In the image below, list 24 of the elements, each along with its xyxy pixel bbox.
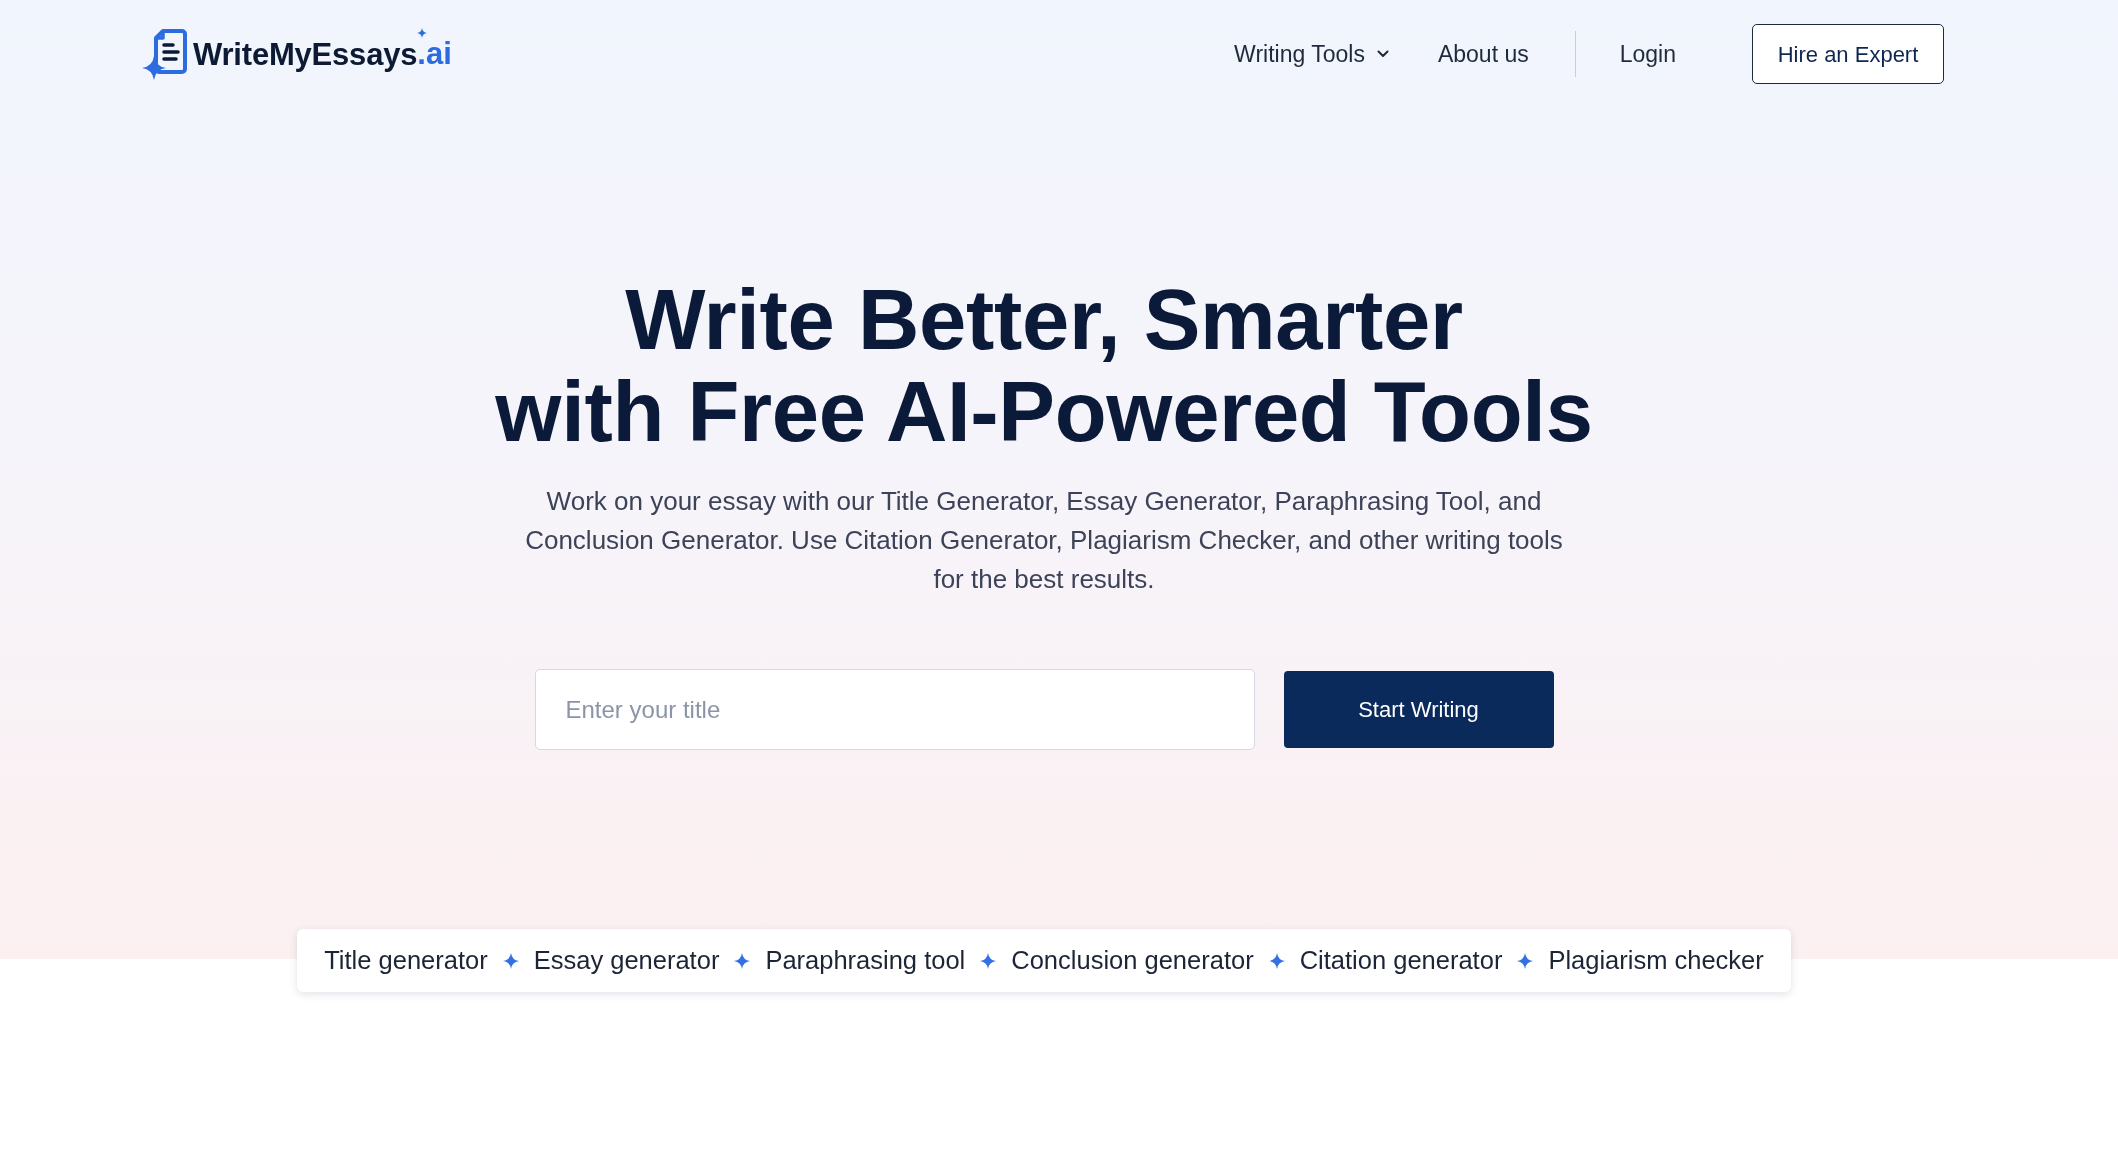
hero-title: Write Better, Smarter with Free AI-Powered Tools [495,274,1593,458]
tool-link[interactable]: Title generator [324,941,488,980]
tool-link[interactable]: Plagiarism checker [1548,941,1764,980]
tool-link[interactable]: Citation generator [1299,941,1503,980]
hire-expert-button[interactable]: Hire an Expert [1752,24,1944,84]
logo-text: WriteMyEssays [193,38,418,70]
document-star-icon [142,27,190,81]
logo-suffix: .ai [417,35,452,71]
hero-subtitle: Work on your essay with our Title Generator, Essay Generator, Paraphrasing Tool, and Conclusion Generator. Use Citation Generator, Plagiarism Checker, and other writing tools for the best results. [524,485,1564,596]
tool-link[interactable]: Paraphrasing tool [765,941,966,980]
login-link[interactable]: Login [1619,36,1676,72]
sparkle-icon [980,952,997,969]
start-writing-button[interactable]: Start Writing [1283,671,1554,748]
tool-link[interactable]: Conclusion generator [1011,941,1254,980]
title-input[interactable]: Enter your title [534,669,1255,750]
sparkle-icon [734,952,751,969]
sparkle-icon [502,952,519,969]
writing-tools-menu[interactable]: Writing Tools [1234,36,1389,72]
nav-link[interactable]: About us [1437,36,1529,72]
chevron-down-icon [1376,50,1389,58]
sparkle-icon [1517,952,1534,969]
sparkle-icon [1268,952,1285,969]
tool-link[interactable]: Essay generator [533,941,720,980]
sparkle-icon [417,27,428,38]
